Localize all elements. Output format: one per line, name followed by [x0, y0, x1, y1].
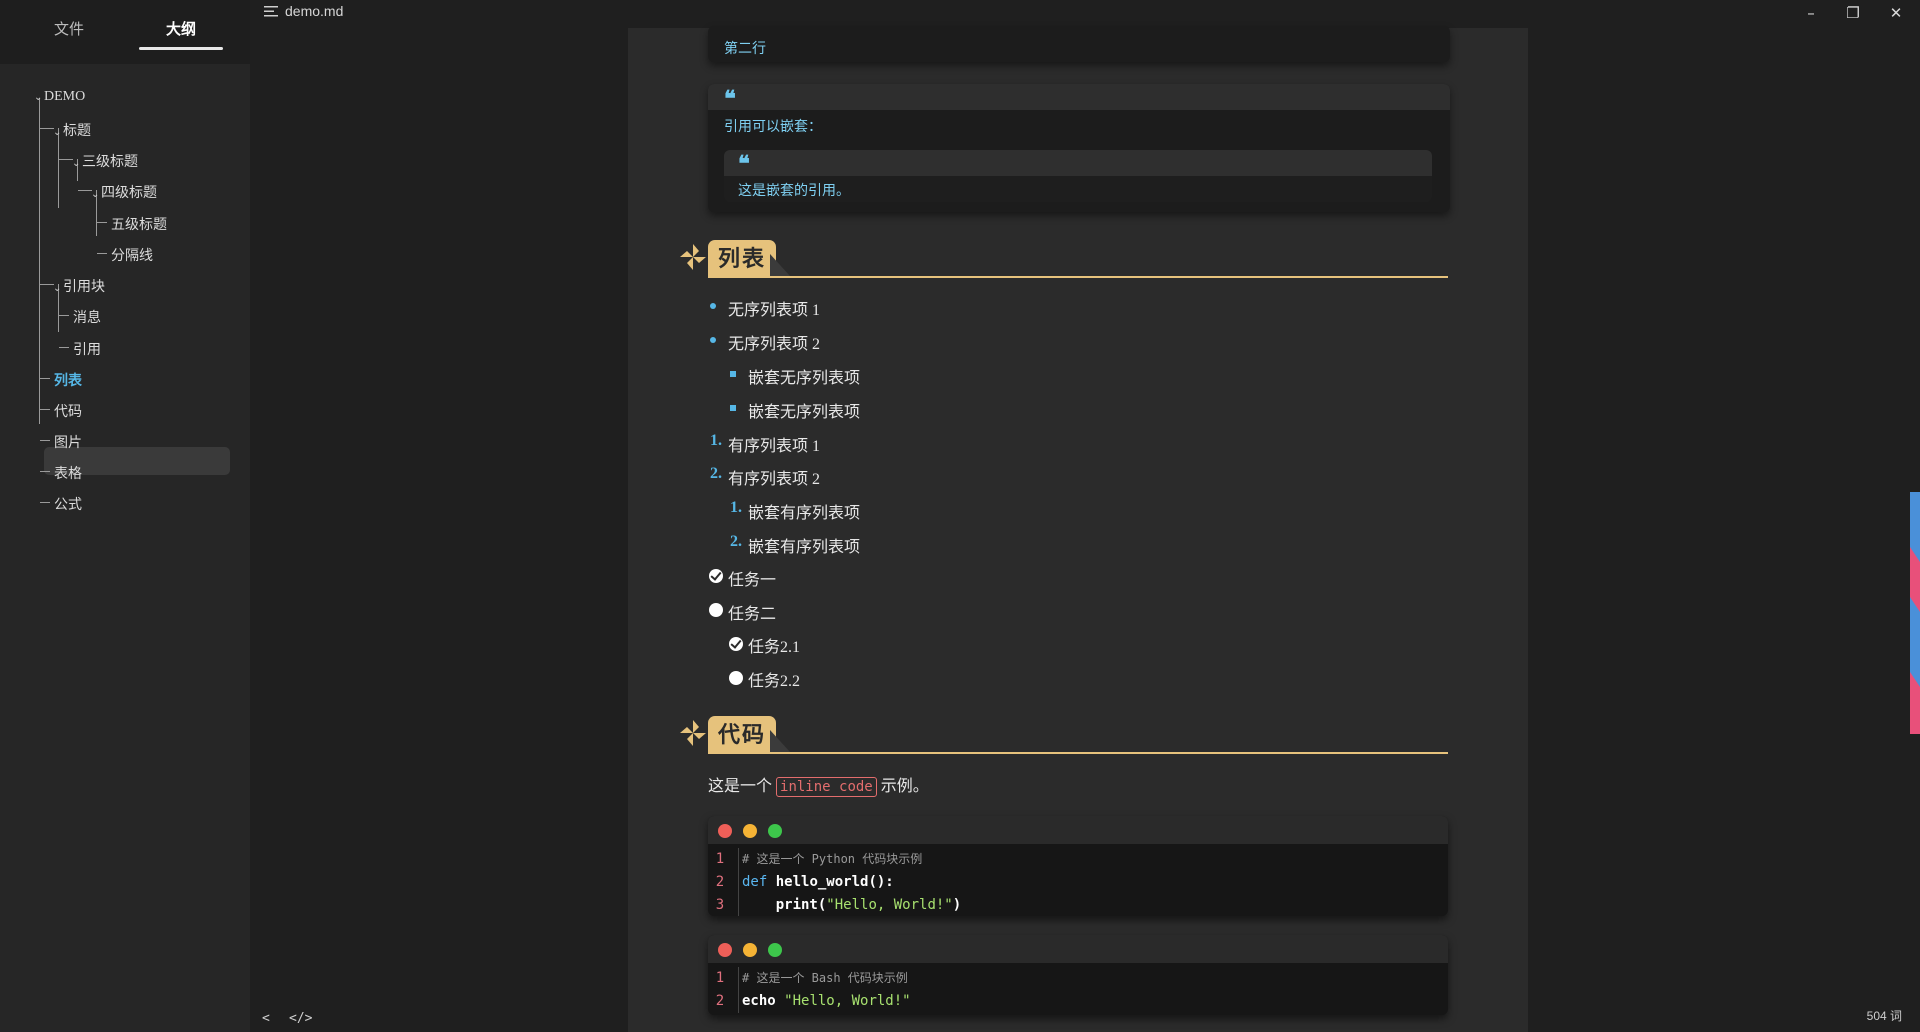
task-checkbox-unchecked[interactable] [729, 671, 743, 685]
nested-quote-text: 这是嵌套的引用。 [738, 183, 850, 199]
task-item: 任务一 [728, 572, 777, 589]
task-checkbox-unchecked[interactable] [709, 603, 723, 617]
paragraph: 这是一个 inline code 示例。 [708, 777, 929, 797]
sidebar: 文件 大纲 ⌄ DEMO ⌄ 标题 ⌄ 三级标题 ⌄ 四级标题 五级标题 分隔线 ⌄ 引用… [0, 0, 250, 1032]
yellow-dot-icon [743, 943, 757, 957]
word-count: 504 词 [1866, 1009, 1902, 1023]
code-comment: # 这是一个 Bash 代码块示例 [742, 971, 908, 985]
list-number: 2. [710, 465, 722, 482]
list-item: 有序列表项 2 [728, 471, 821, 488]
outline-item-demo[interactable]: ⌄ DEMO [34, 89, 85, 105]
tab-files[interactable]: 文件 [27, 18, 111, 39]
hamburger-icon[interactable] [264, 6, 278, 17]
list-number: 1. [730, 499, 742, 516]
list-item: 嵌套无序列表项 [748, 370, 861, 387]
blockquote-nested-container: ❝ 引用可以嵌套： ❝ 这是嵌套的引用。 [708, 84, 1450, 212]
task-item: 任务2.2 [748, 673, 801, 690]
scrollbar-thumb[interactable] [1910, 492, 1920, 734]
red-dot-icon [718, 943, 732, 957]
quote-text: 引用可以嵌套： [724, 119, 822, 135]
outline-tree: ⌄ DEMO ⌄ 标题 ⌄ 三级标题 ⌄ 四级标题 五级标题 分隔线 ⌄ 引用块 消息 引… [0, 82, 250, 522]
task-checkbox-checked[interactable] [729, 637, 743, 651]
restore-icon[interactable]: ❐ [1833, 0, 1873, 26]
heading-code: 代码 [678, 716, 1448, 760]
quote-icon: ❝ [738, 151, 750, 177]
outline-item-lists[interactable]: 列表 [54, 370, 82, 390]
yellow-dot-icon [743, 824, 757, 838]
blockquote: 第二行 [708, 26, 1450, 62]
outline-item-tables[interactable]: 表格 [54, 463, 82, 483]
chevron-left-icon[interactable]: < [262, 1011, 270, 1026]
bullet-icon [710, 337, 716, 343]
code-block-python[interactable]: 1 # 这是一个 Python 代码块示例 2 def hello_world():… [708, 816, 1448, 916]
outline-item-headings[interactable]: ⌄ 标题 [53, 120, 91, 140]
task-item: 任务二 [728, 606, 777, 623]
list-item: 嵌套有序列表项 [748, 539, 861, 556]
green-dot-icon [768, 824, 782, 838]
outline-item-message[interactable]: 消息 [73, 307, 101, 327]
pinwheel-icon [680, 720, 706, 746]
green-dot-icon [768, 943, 782, 957]
list-number: 1. [710, 432, 722, 449]
heading-lists: 列表 [678, 240, 1448, 284]
close-icon[interactable]: ✕ [1876, 0, 1916, 26]
pinwheel-icon [680, 244, 706, 270]
chevron-down-icon: ⌄ [53, 283, 62, 294]
title-bar [250, 0, 1920, 26]
code-comment: # 这是一个 Python 代码块示例 [742, 852, 923, 866]
list-item: 嵌套有序列表项 [748, 505, 861, 522]
bullet-icon [710, 303, 716, 309]
outline-item-code[interactable]: 代码 [54, 401, 82, 421]
outline-item-divider[interactable]: 分隔线 [111, 245, 153, 265]
chevron-down-icon: ⌄ [91, 189, 100, 200]
square-bullet-icon [730, 405, 736, 411]
chevron-down-icon: ⌄ [53, 127, 62, 138]
nested-blockquote: ❝ 这是嵌套的引用。 [724, 150, 1432, 202]
red-dot-icon [718, 824, 732, 838]
task-checkbox-checked[interactable] [709, 569, 723, 583]
outline-item-images[interactable]: 图片 [54, 432, 82, 452]
list-number: 2. [730, 533, 742, 550]
outline-item-h3[interactable]: ⌄ 三级标题 [72, 151, 138, 171]
list-item: 无序列表项 2 [728, 336, 821, 353]
outline-item-formulas[interactable]: 公式 [54, 494, 82, 514]
quote-text: 第二行 [724, 41, 766, 57]
chevron-down-icon: ⌄ [72, 158, 81, 169]
document-title: demo.md [285, 3, 344, 19]
square-bullet-icon [730, 371, 736, 377]
quote-icon: ❝ [724, 86, 736, 112]
list-item: 无序列表项 1 [728, 302, 821, 319]
chevron-down-icon: ⌄ [34, 92, 43, 103]
source-code-icon[interactable]: </> [289, 1011, 312, 1026]
sidebar-tabs: 文件 大纲 [0, 0, 250, 64]
outline-item-h5[interactable]: 五级标题 [111, 214, 167, 234]
outline-item-quote[interactable]: 引用 [73, 339, 101, 359]
outline-item-h4[interactable]: ⌄ 四级标题 [91, 182, 157, 202]
minimize-icon[interactable]: – [1791, 0, 1831, 26]
list-item: 有序列表项 1 [728, 438, 821, 455]
inline-code: inline code [776, 777, 877, 797]
task-item: 任务2.1 [748, 639, 801, 656]
heading-code-text: 代码 [708, 716, 777, 752]
heading-lists-text: 列表 [708, 240, 777, 276]
code-block-bash[interactable]: 1 # 这是一个 Bash 代码块示例 2 echo "Hello, World!" [708, 935, 1448, 1015]
list-item: 嵌套无序列表项 [748, 404, 861, 421]
active-tab-indicator [139, 47, 223, 50]
outline-item-blockquote[interactable]: ⌄ 引用块 [53, 276, 105, 296]
tab-outline[interactable]: 大纲 [139, 18, 223, 39]
